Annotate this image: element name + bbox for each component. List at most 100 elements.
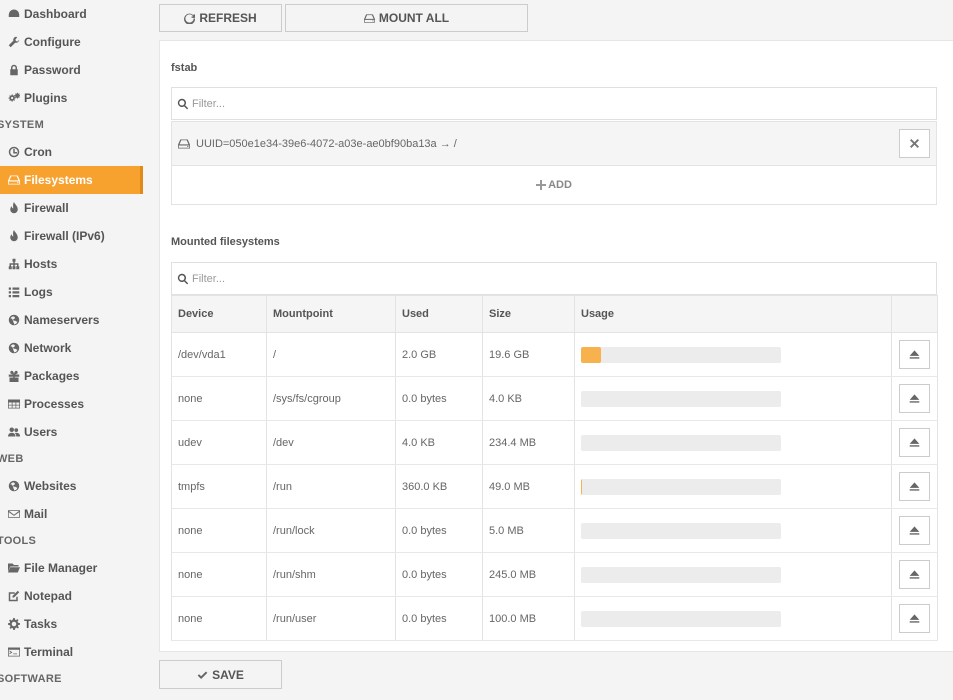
unmount-button[interactable]	[899, 472, 930, 501]
plus-icon	[536, 180, 547, 190]
table-row[interactable]: tmpfs/run 360.0 KB 49.0 MB	[171, 464, 938, 509]
eject-icon	[909, 526, 920, 535]
envelope-icon	[7, 507, 21, 521]
sidebar-item-packages[interactable]: Packages	[0, 362, 143, 390]
sidebar-item-processes[interactable]: Processes	[0, 390, 143, 418]
cell-usage	[574, 420, 892, 465]
usage-bar	[581, 566, 781, 583]
sidebar-item-notepad[interactable]: Notepad	[0, 582, 143, 610]
sidebar-item-users[interactable]: Users	[0, 418, 143, 446]
sidebar-item-label: Configure	[24, 35, 81, 49]
cell-size: 4.0 KB	[482, 376, 575, 421]
table-row[interactable]: none/sys/fs/cgroup 0.0 bytes 4.0 KB	[171, 376, 938, 421]
column-header-size[interactable]: Size	[482, 295, 575, 333]
cell-size: 245.0 MB	[482, 552, 575, 597]
sidebar-item-firewall-ipv6[interactable]: Firewall (IPv6)	[0, 222, 143, 250]
cell-device: none	[171, 376, 267, 421]
cell-actions	[891, 376, 938, 421]
fstab-filter-input[interactable]	[192, 97, 876, 110]
globe-icon	[7, 479, 21, 493]
sidebar-item-cron[interactable]: Cron	[0, 138, 143, 166]
column-header-mountpoint[interactable]: Mountpoint	[266, 295, 396, 333]
usage-bar	[581, 522, 781, 539]
add-fstab-button[interactable]: ADD	[536, 179, 572, 191]
sidebar-section-tools: TOOLS	[0, 535, 37, 547]
mount-all-button[interactable]: MOUNT ALL	[285, 4, 528, 32]
table-row[interactable]: none/run/user 0.0 bytes 100.0 MB	[171, 596, 938, 641]
cell-size: 5.0 MB	[482, 508, 575, 553]
unmount-button[interactable]	[899, 340, 930, 369]
usage-bar-fill	[581, 478, 583, 495]
sidebar-item-dashboard[interactable]: Dashboard	[0, 0, 143, 28]
filesystems-panel: fstab UUID=050e1e34-39e6-4072-a03e-ae0bf…	[159, 40, 953, 652]
mounted-filter	[171, 262, 937, 295]
sidebar-item-configure[interactable]: Configure	[0, 28, 143, 56]
unmount-button[interactable]	[899, 384, 930, 413]
sidebar-item-websites[interactable]: Websites	[0, 472, 143, 500]
table-row[interactable]: none/run/lock 0.0 bytes 5.0 MB	[171, 508, 938, 553]
cell-usage	[574, 332, 892, 377]
sidebar-item-password[interactable]: Password	[0, 56, 143, 84]
usage-bar	[581, 610, 781, 627]
table-row[interactable]: udev/dev 4.0 KB 234.4 MB	[171, 420, 938, 465]
remove-fstab-button[interactable]	[899, 129, 930, 158]
cell-mountpoint: /sys/fs/cgroup	[266, 376, 396, 421]
cell-used: 360.0 KB	[395, 464, 483, 509]
cell-used: 0.0 bytes	[395, 376, 483, 421]
sidebar-item-mysql[interactable]: MySQL	[0, 692, 143, 700]
column-header-usage[interactable]: Usage	[574, 295, 892, 333]
users-icon	[7, 425, 21, 439]
mounted-filter-input[interactable]	[192, 272, 876, 285]
unmount-button[interactable]	[899, 604, 930, 633]
wrench-icon	[7, 35, 21, 49]
sidebar-item-label: Filesystems	[24, 173, 93, 187]
list-icon	[7, 285, 21, 299]
table-row[interactable]: /dev/vda1/2.0 GB 19.6 GB	[171, 332, 938, 377]
unmount-button[interactable]	[899, 560, 930, 589]
sidebar-item-nameservers[interactable]: Nameservers	[0, 306, 143, 334]
sidebar-item-label: Tasks	[24, 617, 58, 631]
sidebar-item-hosts[interactable]: Hosts	[0, 250, 143, 278]
cell-used: 0.0 bytes	[395, 596, 483, 641]
sidebar-item-tasks[interactable]: Tasks	[0, 610, 143, 638]
edit-icon	[7, 589, 21, 603]
cell-size: 100.0 MB	[482, 596, 575, 641]
usage-bar	[581, 478, 781, 495]
sidebar-item-firewall[interactable]: Firewall	[0, 194, 143, 222]
sidebar-item-file-manager[interactable]: File Manager	[0, 554, 143, 582]
sidebar-section-web: WEB	[0, 453, 24, 465]
column-header-device[interactable]: Device	[171, 295, 267, 333]
cell-actions	[891, 332, 938, 377]
cell-device: none	[171, 508, 267, 553]
sidebar-item-plugins[interactable]: Plugins	[0, 84, 143, 112]
cell-actions	[891, 464, 938, 509]
sidebar: Dashboard Configure Password Plugins SYSTEM C…	[0, 0, 143, 700]
sidebar-item-label: Nameservers	[24, 313, 100, 327]
sidebar-section-system: SYSTEM	[0, 119, 45, 131]
cell-actions	[891, 420, 938, 465]
main-content: REFRESH MOUNT ALL fstab UUID=050e1e34-39…	[159, 0, 953, 700]
table-row[interactable]: none/run/shm 0.0 bytes 245.0 MB	[171, 552, 938, 597]
sidebar-item-label: Mail	[24, 507, 48, 521]
eject-icon	[909, 482, 920, 491]
sidebar-item-label: Plugins	[24, 91, 68, 105]
unmount-button[interactable]	[899, 516, 930, 545]
sidebar-item-network[interactable]: Network	[0, 334, 143, 362]
refresh-label: REFRESH	[199, 11, 257, 25]
globe-icon	[7, 341, 21, 355]
gear-icon	[7, 617, 21, 631]
unmount-button[interactable]	[899, 428, 930, 457]
column-header-used[interactable]: Used	[395, 295, 483, 333]
sidebar-item-filesystems[interactable]: Filesystems	[0, 166, 143, 194]
usage-bar	[581, 434, 781, 451]
sidebar-item-mail[interactable]: Mail	[0, 500, 143, 528]
sidebar-item-logs[interactable]: Logs	[0, 278, 143, 306]
fstab-entry[interactable]: UUID=050e1e34-39e6-4072-a03e-ae0bf90ba13…	[171, 121, 937, 166]
save-button[interactable]: SAVE	[159, 660, 282, 689]
sidebar-item-terminal[interactable]: Terminal	[0, 638, 143, 666]
add-label: ADD	[548, 179, 572, 191]
refresh-button[interactable]: REFRESH	[159, 4, 282, 32]
cell-usage	[574, 508, 892, 553]
sidebar-section-software: SOFTWARE	[0, 673, 62, 685]
cell-device: none	[171, 552, 267, 597]
